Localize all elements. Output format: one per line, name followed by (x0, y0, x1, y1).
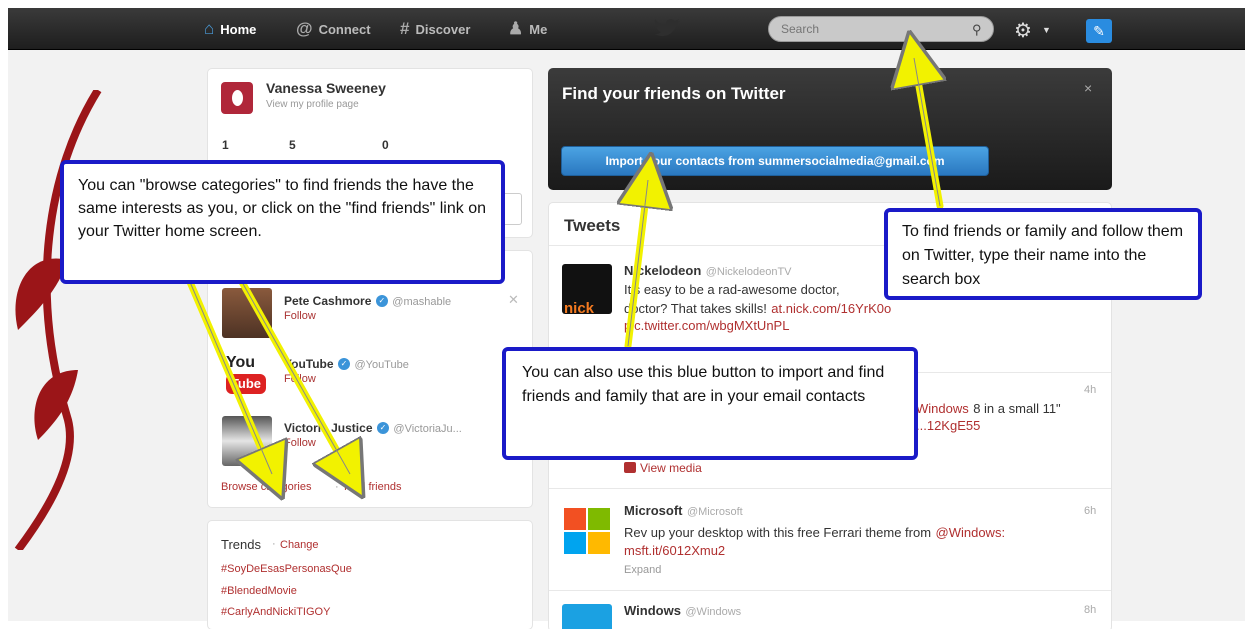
avatar-egg (232, 90, 243, 106)
trend-item[interactable]: #SoyDeEsasPersonasQue (221, 563, 352, 575)
tweet-link[interactable]: msft.it/6012Xmu2 (624, 543, 725, 558)
nav-connect[interactable]: @ Connect (296, 8, 371, 50)
follow-link[interactable]: Follow (284, 373, 316, 385)
tweet-link[interactable]: at.nick.com/16YrK0o (771, 301, 891, 316)
chevron-down-icon[interactable]: ▼ (1042, 25, 1051, 35)
view-media-link[interactable]: View media (640, 461, 702, 475)
media-icon (624, 462, 636, 473)
follow-link[interactable]: Follow (284, 437, 316, 449)
stat-tweets[interactable]: 1 (222, 138, 229, 152)
top-navigation-bar: ⌂ Home @ Connect # Discover ♟ Me ⚲ ⚙ ▼ ✎ (8, 8, 1245, 50)
tweet-link[interactable]: ...12KgE55 (916, 418, 980, 433)
nav-me[interactable]: ♟ Me (508, 8, 547, 50)
trend-item[interactable]: #BlendedMovie (221, 585, 297, 597)
suggestion-item: Victoria Justice ✓ @VictoriaJu... (284, 419, 462, 437)
tweet-header: Nickelodeon @NickelodeonTV (624, 262, 792, 280)
stat-following[interactable]: 5 (289, 138, 296, 152)
search-icon[interactable]: ⚲ (972, 22, 982, 38)
compose-tweet-button[interactable]: ✎ (1086, 19, 1112, 43)
suggestion-handle: @YouTube (354, 359, 409, 371)
hash-icon: # (400, 19, 410, 38)
youtube-logo-badge: Tube (226, 374, 266, 394)
stat-followers[interactable]: 0 (382, 138, 389, 152)
tweet-timestamp[interactable]: 6h (1084, 505, 1096, 517)
microsoft-logo-icon[interactable] (562, 506, 612, 556)
suggestion-item: YouTube ✓ @YouTube (284, 355, 409, 373)
suggestion-name[interactable]: YouTube (284, 357, 334, 371)
compose-icon: ✎ (1093, 23, 1105, 39)
tweet-author-handle: @NickelodeonTV (705, 266, 792, 278)
windows-logo-icon[interactable] (562, 604, 612, 629)
expand-link[interactable]: Expand (624, 564, 661, 576)
tweets-title: Tweets (564, 216, 621, 235)
suggestion-name[interactable]: Victoria Justice (284, 421, 373, 435)
tweet-timestamp[interactable]: 8h (1084, 604, 1096, 616)
link-separator: · (335, 481, 339, 493)
youtube-logo-text: You (226, 354, 256, 371)
annotation-text: You can also use this blue button to imp… (522, 364, 885, 405)
annotation-text: To find friends or family and follow the… (902, 223, 1184, 288)
person-icon: ♟ (508, 19, 524, 38)
find-friends-title: Find your friends on Twitter (562, 84, 786, 103)
tweet-link[interactable]: @Windows: (936, 525, 1006, 540)
search-input[interactable] (768, 16, 994, 42)
find-friends-link[interactable]: Find friends (344, 481, 401, 493)
annotation-callout-right: To find friends or family and follow the… (884, 208, 1202, 300)
nickelodeon-logo-text: nick (564, 300, 595, 317)
tweet-link[interactable]: Windows (916, 401, 969, 416)
trends-separator: · (272, 538, 276, 550)
tweet-header: Windows @Windows (624, 602, 741, 620)
tweet-author-name[interactable]: Windows (624, 603, 681, 618)
suggestion-avatar[interactable] (222, 416, 272, 466)
tweet-header: Microsoft @Microsoft (624, 502, 743, 520)
suggestion-handle: @VictoriaJu... (393, 423, 462, 435)
nav-connect-label: Connect (318, 21, 371, 37)
suggestion-name[interactable]: Pete Cashmore (284, 294, 371, 308)
tweet-author-name[interactable]: Microsoft (624, 503, 683, 518)
tweet-link[interactable]: pic.twitter.com/wbgMXtUnPL (624, 318, 789, 333)
nav-home[interactable]: ⌂ Home (204, 8, 256, 50)
nav-me-label: Me (529, 21, 548, 37)
annotation-callout-left: You can "browse categories" to find frie… (60, 160, 505, 284)
gear-icon[interactable]: ⚙ (1014, 18, 1032, 43)
annotation-callout-middle: You can also use this blue button to imp… (502, 347, 918, 460)
close-icon[interactable]: × (1084, 80, 1092, 96)
trend-item[interactable]: #CarlyAndNickiTIGOY (221, 606, 330, 618)
decorative-swirl (14, 90, 109, 550)
browse-categories-link[interactable]: Browse categories (221, 481, 312, 493)
profile-page-link[interactable]: View my profile page (266, 99, 359, 110)
tweet-timestamp[interactable]: 4h (1084, 384, 1096, 396)
suggestion-item: Pete Cashmore ✓ @mashable (284, 292, 451, 310)
follow-link[interactable]: Follow (284, 310, 316, 322)
annotation-text: You can "browse categories" to find frie… (78, 177, 486, 240)
tweet-author-handle: @Microsoft (686, 506, 743, 518)
tweet-text-line: Rev up your desktop with this free Ferra… (624, 524, 1005, 542)
tweet-author-handle: @Windows (685, 606, 742, 618)
home-icon: ⌂ (204, 19, 215, 38)
trends-change-link[interactable]: Change (280, 539, 319, 551)
twitter-bird-icon[interactable] (653, 16, 681, 40)
tweet-text: It's easy to be a rad-awesome doctor, (624, 282, 840, 297)
tweet-text: 8 in a small 11" (973, 401, 1061, 416)
tweet-text-line: Windows 8 in a small 11" (916, 400, 1061, 418)
suggestion-avatar[interactable] (222, 288, 272, 338)
tweet-text-line: doctor? That takes skills! at.nick.com/1… (624, 300, 891, 318)
tweet-text: doctor? That takes skills! (624, 301, 767, 316)
profile-name[interactable]: Vanessa Sweeney (266, 80, 386, 96)
nav-discover[interactable]: # Discover (400, 8, 470, 50)
tweet-author-name[interactable]: Nickelodeon (624, 263, 701, 278)
nav-discover-label: Discover (415, 21, 471, 37)
divider (549, 590, 1111, 591)
verified-icon: ✓ (338, 357, 350, 370)
at-icon: @ (296, 19, 313, 38)
verified-icon: ✓ (376, 421, 389, 434)
suggestion-handle: @mashable (392, 296, 452, 308)
divider (549, 488, 1111, 489)
nav-home-label: Home (220, 21, 257, 37)
tweet-text: Rev up your desktop with this free Ferra… (624, 525, 932, 540)
verified-icon: ✓ (375, 294, 388, 307)
import-contacts-button[interactable]: Import your contacts from summersocialme… (561, 146, 989, 176)
close-icon[interactable]: ✕ (508, 292, 519, 308)
trends-title: Trends (221, 537, 261, 552)
